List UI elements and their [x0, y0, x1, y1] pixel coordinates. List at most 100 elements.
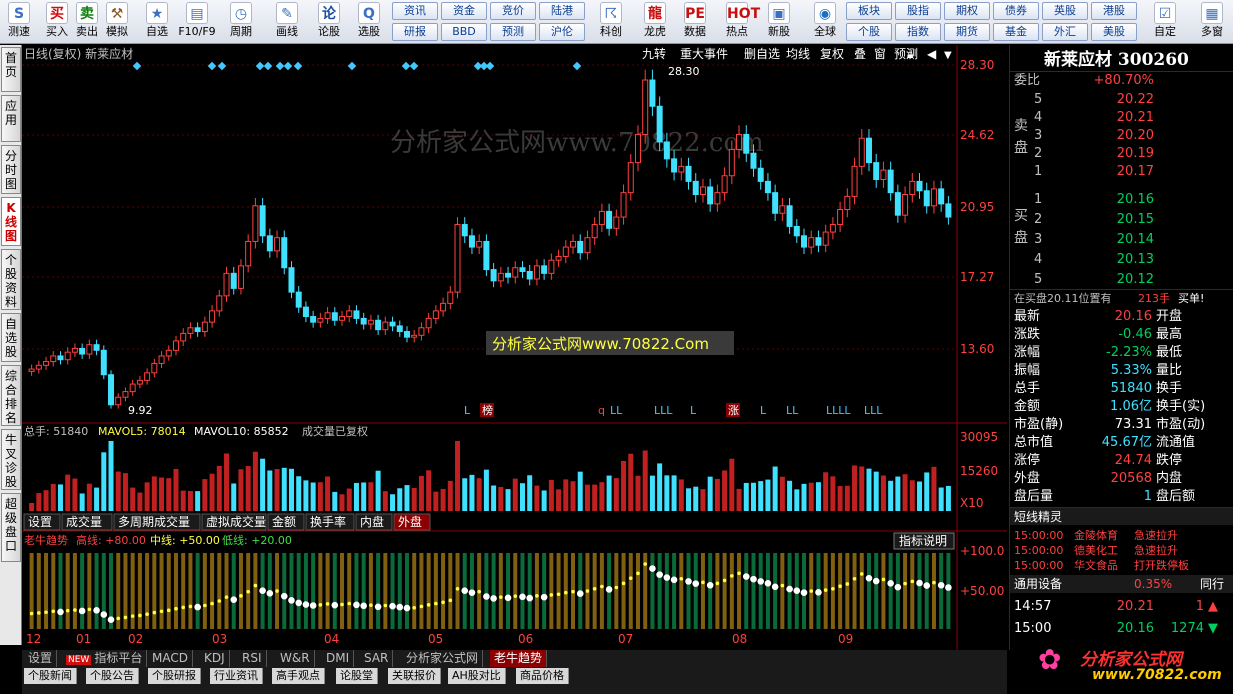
lock-icon[interactable]: 🔒︎: [907, 47, 913, 61]
event-mark[interactable]: q: [598, 404, 605, 417]
f10-button[interactable]: ▤ F10/F9: [178, 2, 216, 42]
sell-level[interactable]: 5 20.22: [1010, 91, 1233, 109]
grid-link[interactable]: 资讯: [392, 2, 438, 20]
market-link[interactable]: 个股: [846, 23, 892, 41]
leftnav-item[interactable]: 牛叉诊股: [1, 429, 21, 490]
peer-button[interactable]: 同行: [1200, 575, 1224, 593]
grid-link[interactable]: 资金: [441, 2, 487, 20]
leftnav-item[interactable]: 分时图: [1, 145, 21, 194]
indicator-tab[interactable]: DMI: [322, 650, 355, 667]
event-mark[interactable]: 榜: [482, 403, 493, 417]
indicator-tab[interactable]: KDJ: [200, 650, 230, 667]
market-link[interactable]: 股指: [895, 2, 941, 20]
sell-level[interactable]: 3 20.20: [1010, 127, 1233, 145]
chart-header-tab[interactable]: 窗: [874, 47, 886, 61]
chart-header-tab[interactable]: 预测: [894, 47, 918, 61]
market-link[interactable]: 基金: [993, 23, 1039, 41]
indicator-tab[interactable]: RSI: [238, 650, 267, 667]
flow-row[interactable]: 15:00:00 华文食品 打开跌停板: [1010, 557, 1233, 575]
test-button[interactable]: S 测速: [0, 2, 38, 42]
buy-level[interactable]: 4 20.13: [1010, 251, 1233, 269]
data-button[interactable]: PE 数据: [676, 2, 714, 42]
formula-button[interactable]: 论论股: [310, 2, 348, 42]
grid-link[interactable]: 陆港: [539, 2, 585, 20]
market-link[interactable]: 美股: [1091, 23, 1137, 41]
indicator-tab[interactable]: 分析家公式网: [402, 650, 484, 667]
leftnav-item[interactable]: 应用: [1, 95, 21, 142]
event-mark[interactable]: L: [464, 404, 471, 417]
grid-link[interactable]: 预测: [490, 23, 536, 41]
info-tab[interactable]: 关联报价: [388, 668, 441, 684]
info-tab[interactable]: 个股公告: [86, 668, 139, 684]
sound-icon[interactable]: ◀: [927, 47, 937, 61]
event-mark[interactable]: LLL: [864, 404, 883, 417]
info-tab[interactable]: 行业资讯: [210, 668, 263, 684]
leftnav-item[interactable]: K线图: [1, 197, 21, 246]
sell-level[interactable]: 1 20.17: [1010, 163, 1233, 181]
kline-chart-area[interactable]: 日线(复权) 新莱应材 九转 重大事件 删自选 均线 复权叠窗预测 🔒︎ ◀ ▼ 28.30 24.…: [22, 45, 1007, 650]
info-tab[interactable]: AH股对比: [448, 668, 506, 684]
market-link[interactable]: 英股: [1042, 2, 1088, 20]
chart-header-tab[interactable]: 九转: [642, 46, 666, 61]
indicator-tab[interactable]: 老牛趋势: [490, 650, 548, 667]
dragon-button[interactable]: 龍龙虎: [636, 2, 674, 42]
chevron-down-icon[interactable]: ▼: [944, 50, 952, 61]
chart-header-tab[interactable]: 重大事件: [680, 47, 728, 61]
simulate-button[interactable]: ⚒ 模拟: [98, 2, 136, 42]
market-link[interactable]: 指数: [895, 23, 941, 41]
sell-level[interactable]: 2 20.19: [1010, 145, 1233, 163]
market-link[interactable]: 板块: [846, 2, 892, 20]
global-button[interactable]: ◉ 全球: [806, 2, 844, 42]
chart-header-tab[interactable]: 删自选: [744, 47, 780, 61]
custom-button[interactable]: ☑ 自定: [1145, 2, 1185, 42]
info-tab[interactable]: 高手观点: [272, 668, 325, 684]
event-mark[interactable]: 涨: [728, 404, 739, 417]
event-mark[interactable]: LLLL: [826, 404, 851, 417]
leftnav-item[interactable]: 超级盘口: [1, 493, 21, 562]
kline-svg[interactable]: 日线(复权) 新莱应材 九转 重大事件 删自选 均线 复权叠窗预测🔒︎ ◀ ▼ 28.30 24.…: [22, 45, 1007, 650]
sell-level[interactable]: 4 20.21: [1010, 109, 1233, 127]
event-mark[interactable]: LL: [610, 404, 623, 417]
grid-link[interactable]: 沪伦: [539, 23, 585, 41]
event-mark[interactable]: L: [760, 404, 767, 417]
school-button[interactable]: ☈ 科创: [592, 2, 630, 42]
buy-level[interactable]: 2 20.15: [1010, 211, 1233, 229]
hot-button[interactable]: HOT 热点: [718, 2, 760, 42]
buy-level[interactable]: 1 20.16: [1010, 191, 1233, 209]
select-stock-button[interactable]: Q 选股: [350, 2, 388, 42]
indicator-tab[interactable]: NEW 指标平台: [62, 650, 148, 667]
info-tab[interactable]: 个股新闻: [24, 668, 77, 684]
info-tab[interactable]: 商品价格: [516, 668, 569, 684]
grid-link[interactable]: BBD: [441, 23, 487, 41]
grid-link[interactable]: 研报: [392, 23, 438, 41]
grid-link[interactable]: 竞价: [490, 2, 536, 20]
chart-header-tab[interactable]: 叠: [854, 47, 866, 61]
leftnav-item[interactable]: 自选股: [1, 313, 21, 362]
multiwindow-button[interactable]: ▦ 多窗: [1192, 2, 1232, 42]
leftnav-item[interactable]: 首页: [1, 47, 21, 92]
leftnav-item[interactable]: 综合排名: [1, 365, 21, 426]
event-mark[interactable]: LLL: [654, 404, 673, 417]
chart-header-tab[interactable]: 复权: [820, 47, 844, 61]
indicator-tab[interactable]: SAR: [360, 650, 394, 667]
leftnav-item[interactable]: 个股资料: [1, 249, 21, 310]
market-link[interactable]: 期权: [944, 2, 990, 20]
new-stock-button[interactable]: ▣ 新股: [760, 2, 798, 42]
market-link[interactable]: 债券: [993, 2, 1039, 20]
draw-button[interactable]: ✎ 画线: [268, 2, 306, 42]
indicator-tab[interactable]: 设置: [24, 650, 58, 667]
buy-level[interactable]: 5 20.12: [1010, 271, 1233, 289]
watchlist-button[interactable]: ★ 自选: [138, 2, 176, 42]
period-button[interactable]: ◷ 周期: [222, 2, 260, 42]
indicator-tab[interactable]: W&R: [276, 650, 315, 667]
event-mark[interactable]: LL: [786, 404, 799, 417]
market-link[interactable]: 港股: [1091, 2, 1137, 20]
chart-header-tab[interactable]: 均线: [786, 47, 810, 61]
buy-level[interactable]: 3 20.14: [1010, 231, 1233, 249]
info-tab[interactable]: 论股堂: [336, 668, 378, 684]
event-mark[interactable]: L: [690, 404, 697, 417]
market-link[interactable]: 期货: [944, 23, 990, 41]
info-tab[interactable]: 个股研报: [148, 668, 201, 684]
market-link[interactable]: 外汇: [1042, 23, 1088, 41]
indicator-tab[interactable]: MACD: [148, 650, 193, 667]
